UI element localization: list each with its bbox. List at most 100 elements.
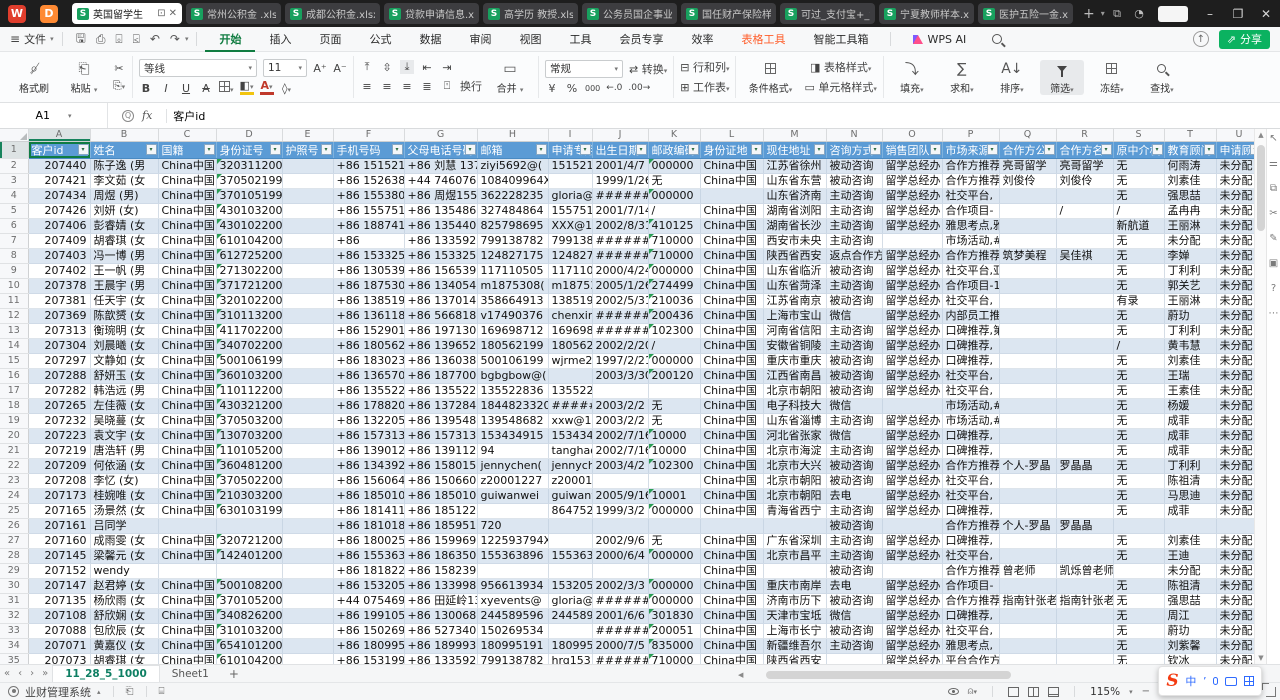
cell-M32[interactable]: 天津市宝坻 xyxy=(763,608,826,623)
cell-P11[interactable]: 社交平台, xyxy=(942,293,999,308)
minimize-button[interactable]: – xyxy=(1196,0,1224,27)
cell-E11[interactable] xyxy=(282,293,333,308)
cell-O28[interactable]: 留学总经办 xyxy=(882,548,942,563)
cell-I7[interactable]: 799138782 xyxy=(548,233,592,248)
cell-C7[interactable]: China中国 xyxy=(158,233,216,248)
cell-U31[interactable]: 未分配 xyxy=(1216,593,1254,608)
cell-Q3[interactable]: 刘俊伶 xyxy=(999,173,1056,188)
wrap-text-button[interactable]: 换行 xyxy=(460,78,482,94)
row-header-10[interactable]: 10 xyxy=(0,278,28,293)
cell-O12[interactable]: 留学总经办 xyxy=(882,308,942,323)
ime-punct-toggle[interactable]: ’ xyxy=(1203,675,1207,688)
wps-logo-icon[interactable]: W xyxy=(8,5,26,23)
cell-P21[interactable]: 口碑推荐, xyxy=(942,443,999,458)
cell-N18[interactable]: 微信 xyxy=(826,398,882,413)
cell-H19[interactable]: 139548682 xyxy=(477,413,548,428)
cell-R10[interactable] xyxy=(1056,278,1113,293)
cell-T9[interactable]: 丁利利 xyxy=(1164,263,1216,278)
cell-G14[interactable]: +86 1396522100 xyxy=(404,338,477,353)
reading-mode-icon[interactable] xyxy=(948,688,959,695)
next-sheet-icon[interactable]: › xyxy=(30,668,34,679)
cell-F9[interactable]: +86 13053983 xyxy=(333,263,404,278)
close-button[interactable]: ✕ xyxy=(1252,0,1280,27)
cell-H25[interactable] xyxy=(477,503,548,518)
close-tab-icon[interactable]: ✕ xyxy=(169,8,177,19)
cell-P24[interactable]: 社交平台, xyxy=(942,488,999,503)
header-cell-S[interactable]: 原中介机▾ xyxy=(1113,141,1164,158)
cell-N27[interactable]: 主动咨询 xyxy=(826,533,882,548)
cell-S15[interactable]: 无 xyxy=(1113,353,1164,368)
cell-E29[interactable] xyxy=(282,563,333,578)
cell-C16[interactable]: China中国 xyxy=(158,368,216,383)
cell-K25[interactable]: 000000 xyxy=(648,503,700,518)
cell-Q29[interactable]: 曾老师 xyxy=(999,563,1056,578)
cell-U34[interactable]: 未分配 xyxy=(1216,638,1254,653)
filter-dropdown-icon[interactable]: ▾ xyxy=(987,144,998,155)
cell-M23[interactable]: 北京市朝阳 xyxy=(763,473,826,488)
cell-R30[interactable] xyxy=(1056,578,1113,593)
cell-J17[interactable] xyxy=(592,383,648,398)
cell-Q30[interactable] xyxy=(999,578,1056,593)
cell-K21[interactable]: 10000 xyxy=(648,443,700,458)
cell-M14[interactable]: 安徽省铜陵 xyxy=(763,338,826,353)
cell-U27[interactable]: 未分配 xyxy=(1216,533,1254,548)
cell-U18[interactable]: 未分配 xyxy=(1216,398,1254,413)
cell-O31[interactable]: 留学总经办 xyxy=(882,593,942,608)
column-header-G[interactable]: G xyxy=(404,129,477,141)
row-header-17[interactable]: 17 xyxy=(0,383,28,398)
cell-I12[interactable]: chenxinyur xyxy=(548,308,592,323)
cell-J25[interactable]: 1999/3/2 xyxy=(592,503,648,518)
cell-L7[interactable]: China中国 xyxy=(700,233,763,248)
cell-G21[interactable]: +86 13911296 xyxy=(404,443,477,458)
cell-J31[interactable]: ######## xyxy=(592,593,648,608)
cell-J33[interactable]: ######## xyxy=(592,623,648,638)
cell-A15[interactable]: 207297 xyxy=(28,353,90,368)
cell-F28[interactable]: +86 15536380 xyxy=(333,548,404,563)
cell-M30[interactable]: 重庆市南岸 xyxy=(763,578,826,593)
cell-R2[interactable]: 亮哥留学 xyxy=(1056,158,1113,173)
cell-R28[interactable] xyxy=(1056,548,1113,563)
cell-T4[interactable]: 强思喆 xyxy=(1164,188,1216,203)
cell-C28[interactable]: China中国 xyxy=(158,548,216,563)
cell-D6[interactable]: 430102200208315525 xyxy=(216,218,282,233)
column-header-Q[interactable]: Q xyxy=(999,129,1056,141)
filter-dropdown-icon[interactable]: ▾ xyxy=(270,144,281,155)
cell-F15[interactable]: +86 18302388 xyxy=(333,353,404,368)
cell-S29[interactable] xyxy=(1113,563,1164,578)
cell-B26[interactable]: 吕同学 xyxy=(90,518,158,533)
cell-J35[interactable]: ######## xyxy=(592,653,648,664)
cell-D31[interactable]: 370105200210270824 xyxy=(216,593,282,608)
cell-O33[interactable]: 留学总经办 xyxy=(882,623,942,638)
cell-U20[interactable]: 未分配 xyxy=(1216,428,1254,443)
cell-M2[interactable]: 江苏省徐州 xyxy=(763,158,826,173)
cell-Q17[interactable] xyxy=(999,383,1056,398)
cell-L10[interactable]: China中国 xyxy=(700,278,763,293)
chevron-up-icon[interactable]: ▴ xyxy=(97,688,101,696)
cell-A35[interactable]: 207073 xyxy=(28,653,90,664)
cell-O3[interactable]: 留学总经办 xyxy=(882,173,942,188)
column-header-R[interactable]: R xyxy=(1056,129,1113,141)
cell-I2[interactable]: 151521001 xyxy=(548,158,592,173)
cell-H20[interactable]: 153434915 xyxy=(477,428,548,443)
cell-H12[interactable]: v17490376 xyxy=(477,308,548,323)
cell-C9[interactable]: China中国 xyxy=(158,263,216,278)
cell-K26[interactable] xyxy=(648,518,700,533)
cell-N13[interactable]: 主动咨询 xyxy=(826,323,882,338)
cell-M24[interactable]: 北京市朝阳 xyxy=(763,488,826,503)
cell-O35[interactable]: 留学总经办 xyxy=(882,653,942,664)
cell-C31[interactable]: China中国 xyxy=(158,593,216,608)
cell-F32[interactable]: +86 19910568 xyxy=(333,608,404,623)
cell-S24[interactable]: 无 xyxy=(1113,488,1164,503)
cell-K16[interactable]: 200120 xyxy=(648,368,700,383)
cell-R29[interactable]: 凯烁曾老师 xyxy=(1056,563,1113,578)
cell-A13[interactable]: 207313 xyxy=(28,323,90,338)
cell-B23[interactable]: 李忆 (女) xyxy=(90,473,158,488)
cell-K27[interactable]: 无 xyxy=(648,533,700,548)
header-cell-L[interactable]: 身份证地▾ xyxy=(700,141,763,158)
cell-I14[interactable]: 180562199 xyxy=(548,338,592,353)
cell-J22[interactable]: 2003/4/2 xyxy=(592,458,648,473)
cell-O20[interactable]: 留学总经办 xyxy=(882,428,942,443)
cell-E24[interactable] xyxy=(282,488,333,503)
cell-B16[interactable]: 舒妍玉 (女 xyxy=(90,368,158,383)
cell-R32[interactable] xyxy=(1056,608,1113,623)
